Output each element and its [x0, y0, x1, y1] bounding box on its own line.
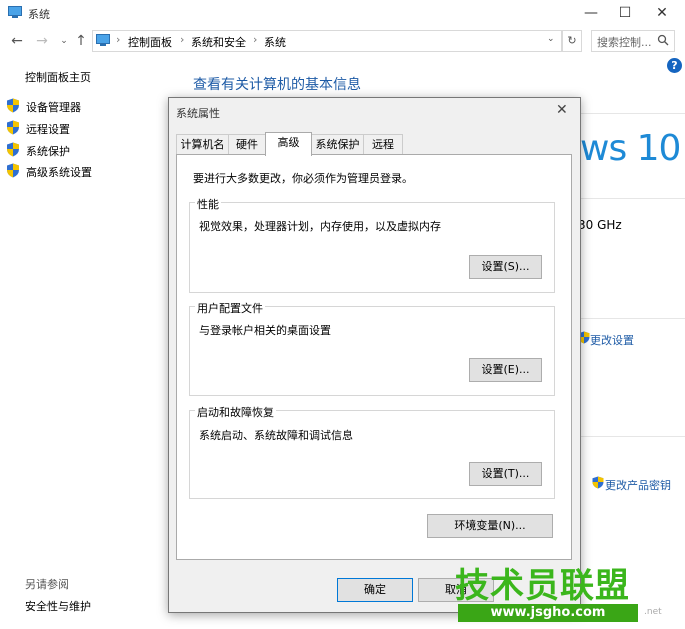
dialog-title: 系统属性 [176, 107, 220, 120]
recent-chevron-icon[interactable]: ⌄ [55, 32, 73, 50]
watermark-brand: 技术员联盟 [455, 566, 630, 606]
performance-title: 性能 [195, 196, 221, 212]
address-bar[interactable]: › 控制面板 › 系统和安全 › 系统 ⌄ [92, 30, 562, 52]
page-title: 查看有关计算机的基本信息 [193, 77, 361, 93]
see-also-heading: 另请参阅 [25, 578, 69, 591]
refresh-icon[interactable]: ↻ [562, 30, 582, 52]
maximize-button[interactable]: ☐ [608, 0, 642, 28]
shield-icon [7, 163, 19, 178]
sidebar-item-label: 系统保护 [26, 145, 70, 158]
performance-desc: 视觉效果，处理器计划，内存使用，以及虚拟内存 [199, 220, 441, 233]
sidebar-item-device-manager[interactable]: 设备管理器 [6, 97, 156, 115]
sidebar-item-remote-settings[interactable]: 远程设置 [6, 119, 156, 137]
ok-button[interactable]: 确定 [337, 578, 413, 602]
control-panel-icon [96, 34, 110, 46]
divider [578, 318, 685, 319]
tab-hardware[interactable]: 硬件 [228, 134, 266, 155]
performance-settings-button[interactable]: 设置(S)... [469, 255, 542, 279]
control-panel-home-link[interactable]: 控制面板主页 [25, 69, 91, 85]
dialog-close-icon[interactable]: ✕ [556, 102, 568, 118]
sidebar-item-label: 高级系统设置 [26, 166, 92, 179]
user-profiles-desc: 与登录帐户相关的桌面设置 [199, 324, 331, 337]
breadcrumb-control-panel[interactable]: 控制面板 [128, 34, 172, 50]
up-arrow-icon[interactable]: ↑ [72, 32, 90, 50]
tab-remote[interactable]: 远程 [363, 134, 403, 155]
security-maintenance-link[interactable]: 安全性与维护 [25, 598, 91, 614]
user-profiles-title: 用户配置文件 [195, 300, 265, 316]
search-icon [657, 34, 669, 46]
startup-recovery-desc: 系统启动、系统故障和调试信息 [199, 429, 353, 442]
search-placeholder: 搜索控制... [597, 36, 652, 49]
divider [578, 113, 685, 114]
performance-group [189, 202, 555, 293]
breadcrumb-chevron-icon: › [180, 33, 185, 46]
sidebar-item-advanced-settings[interactable]: 高级系统设置 [6, 162, 156, 180]
breadcrumb-system[interactable]: 系统 [264, 34, 286, 50]
forward-arrow-icon[interactable]: → [33, 32, 51, 50]
watermark-url: www.jsgho.com [458, 604, 638, 622]
system-window-icon [8, 6, 22, 18]
shield-icon [7, 120, 19, 135]
close-window-button[interactable]: ✕ [645, 0, 679, 28]
user-profiles-settings-button[interactable]: 设置(E)... [469, 358, 542, 382]
divider [578, 436, 685, 437]
watermark-suffix: .net [644, 607, 662, 617]
sidebar-item-system-protection[interactable]: 系统保护 [6, 141, 156, 159]
user-profiles-group [189, 306, 555, 396]
environment-variables-button[interactable]: 环境变量(N)... [427, 514, 553, 538]
breadcrumb-chevron-icon: › [116, 33, 121, 46]
back-arrow-icon[interactable]: ← [8, 32, 26, 50]
startup-recovery-settings-button[interactable]: 设置(T)... [469, 462, 542, 486]
change-product-key-label: 更改产品密钥 [605, 479, 671, 492]
tab-advanced[interactable]: 高级 [265, 132, 312, 156]
shield-icon [592, 476, 604, 489]
shield-icon [7, 142, 19, 157]
windows-logo-text: ws 10 [580, 128, 681, 169]
breadcrumb-system-security[interactable]: 系统和安全 [191, 34, 246, 50]
sidebar-item-label: 远程设置 [26, 123, 70, 136]
search-input[interactable]: 搜索控制... [591, 30, 675, 52]
sidebar-item-label: 设备管理器 [26, 101, 81, 114]
help-icon[interactable]: ? [667, 58, 682, 73]
admin-note: 要进行大多数更改，你必须作为管理员登录。 [193, 172, 413, 185]
address-dropdown-icon[interactable]: ⌄ [547, 34, 555, 44]
change-settings-label: 更改设置 [590, 334, 634, 347]
minimize-button[interactable]: — [574, 0, 608, 28]
window-title: 系统 [28, 8, 50, 21]
divider [578, 198, 685, 199]
tab-system-protection[interactable]: 系统保护 [311, 134, 364, 155]
tab-computer-name[interactable]: 计算机名 [176, 134, 229, 155]
shield-icon [7, 98, 19, 113]
processor-speed: 30 GHz [578, 218, 622, 232]
startup-recovery-title: 启动和故障恢复 [195, 404, 276, 420]
breadcrumb-chevron-icon: › [253, 33, 258, 46]
